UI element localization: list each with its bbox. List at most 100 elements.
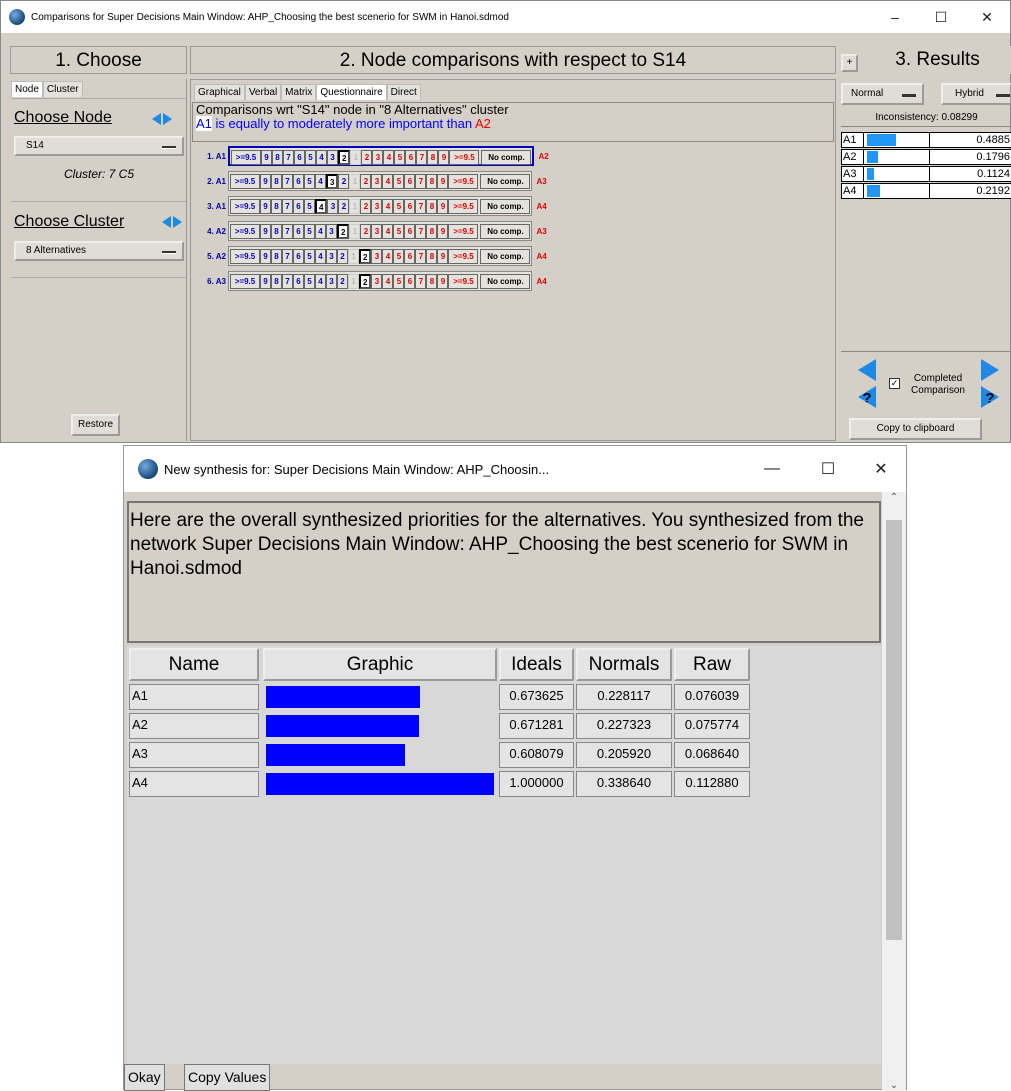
scale-cell[interactable]: 4 — [315, 249, 326, 264]
scale-cell[interactable]: 5 — [304, 174, 315, 189]
scale-cell[interactable]: 5 — [393, 174, 405, 189]
maximize-button[interactable]: ☐ — [918, 9, 964, 26]
scale-cell[interactable]: 8 — [271, 224, 282, 239]
scale-cell[interactable]: 3 — [326, 174, 339, 189]
scale-cell[interactable]: 7 — [415, 174, 427, 189]
scale-cell[interactable]: 9 — [437, 249, 449, 264]
scale-cell[interactable]: 8 — [426, 199, 438, 214]
scale-cell[interactable]: 3 — [326, 274, 337, 289]
scale-cell[interactable]: >=9.5 — [231, 150, 261, 165]
scale-cell[interactable]: 4 — [382, 174, 394, 189]
scale-cell[interactable]: 7 — [415, 249, 427, 264]
scale-cell[interactable]: 8 — [426, 274, 438, 289]
no-comparison-button[interactable]: No comp. — [481, 150, 532, 165]
scale-cell-equal[interactable]: 1 — [349, 199, 361, 214]
tab-cluster[interactable]: Cluster — [42, 81, 83, 97]
scale-cell[interactable]: 6 — [293, 174, 304, 189]
scale-cell[interactable]: 8 — [271, 249, 282, 264]
tab-graphical[interactable]: Graphical — [194, 84, 245, 100]
scale-cell[interactable]: 3 — [327, 199, 339, 214]
scale-cell-equal[interactable]: 1 — [348, 249, 359, 264]
scale-cell[interactable]: 7 — [283, 150, 294, 165]
scale-cell[interactable]: 4 — [382, 224, 394, 239]
scale-cell[interactable]: 3 — [371, 224, 383, 239]
scale-cell[interactable]: 8 — [271, 174, 282, 189]
scale-cell[interactable]: 7 — [282, 224, 293, 239]
node-select[interactable]: S14 — [14, 136, 184, 156]
no-comparison-button[interactable]: No comp. — [480, 249, 531, 264]
expand-button[interactable]: + — [841, 54, 858, 72]
scale-cell[interactable]: 9 — [438, 150, 450, 165]
scale-cell[interactable]: 4 — [315, 224, 326, 239]
no-comparison-button[interactable]: No comp. — [480, 224, 531, 239]
maximize-button[interactable]: ☐ — [800, 459, 856, 479]
tab-matrix[interactable]: Matrix — [281, 84, 317, 100]
scale-cell[interactable]: 2 — [338, 150, 351, 165]
scale-cell[interactable]: 4 — [382, 274, 394, 289]
minimize-button[interactable]: — — [744, 460, 800, 478]
scale-cell[interactable]: 8 — [272, 150, 283, 165]
scale-cell[interactable]: >=9.5 — [448, 274, 479, 289]
close-button[interactable]: ✕ — [856, 459, 906, 479]
scale-cell[interactable]: 6 — [293, 249, 304, 264]
scale-cell[interactable]: 7 — [415, 199, 427, 214]
close-button[interactable]: ✕ — [964, 9, 1010, 26]
scale-cell[interactable]: 2 — [361, 150, 373, 165]
scale-cell[interactable]: 8 — [426, 174, 438, 189]
scale-cell[interactable]: 8 — [426, 224, 438, 239]
scale-cell[interactable]: 5 — [393, 224, 405, 239]
scale-cell[interactable]: >=9.5 — [230, 199, 260, 214]
scale-cell[interactable]: 2 — [337, 224, 350, 239]
scale-cell[interactable]: 9 — [260, 174, 271, 189]
scroll-down-icon[interactable]: ⌄ — [882, 1080, 906, 1091]
scale-cell[interactable]: 8 — [427, 150, 439, 165]
scale-cell[interactable]: 5 — [393, 249, 405, 264]
scale-cell[interactable]: 7 — [282, 274, 293, 289]
scale-cell[interactable]: 2 — [360, 174, 372, 189]
scale-cell[interactable]: 2 — [359, 274, 372, 289]
scale-cell[interactable]: 4 — [382, 249, 394, 264]
prev-inconsistent-icon[interactable]: ? — [858, 386, 876, 408]
scale-cell[interactable]: 9 — [260, 274, 271, 289]
scale-cell[interactable]: 3 — [371, 174, 383, 189]
scale-cell[interactable]: 2 — [360, 199, 372, 214]
scale-cell[interactable]: 4 — [315, 174, 326, 189]
scale-cell[interactable]: >=9.5 — [448, 174, 479, 189]
scale-cell[interactable]: 5 — [393, 274, 405, 289]
scale-cell[interactable]: 2 — [359, 249, 372, 264]
scale-cell[interactable]: 2 — [338, 199, 350, 214]
tab-verbal[interactable]: Verbal — [244, 84, 282, 100]
scale-cell-equal[interactable]: 1 — [348, 274, 359, 289]
scale-cell[interactable]: 3 — [371, 199, 383, 214]
cluster-select[interactable]: 8 Alternatives — [14, 241, 184, 261]
scale-cell[interactable]: 9 — [260, 199, 271, 214]
no-comparison-button[interactable]: No comp. — [480, 274, 531, 289]
scale-cell[interactable]: 9 — [437, 274, 449, 289]
scale-cell[interactable]: 2 — [337, 274, 348, 289]
cluster-nav-arrows[interactable] — [162, 216, 182, 228]
tab-node[interactable]: Node — [11, 81, 43, 97]
scale-cell[interactable]: 4 — [383, 150, 395, 165]
scale-cell[interactable]: 3 — [371, 274, 383, 289]
scale-cell[interactable]: 5 — [305, 150, 316, 165]
scale-cell[interactable]: 9 — [437, 224, 449, 239]
prev-node-icon[interactable] — [152, 113, 161, 125]
scale-cell[interactable]: 7 — [282, 199, 293, 214]
scale-cell[interactable]: 5 — [394, 150, 406, 165]
scale-cell[interactable]: 6 — [404, 174, 416, 189]
prev-comparison-icon[interactable] — [858, 359, 876, 381]
scale-cell[interactable]: 9 — [260, 249, 271, 264]
scale-cell[interactable]: 2 — [360, 224, 372, 239]
scale-cell[interactable]: 6 — [404, 199, 416, 214]
next-inconsistent-icon[interactable]: ? — [981, 386, 999, 408]
scale-cell[interactable]: 9 — [260, 224, 271, 239]
scale-cell[interactable]: >=9.5 — [448, 249, 479, 264]
scale-cell[interactable]: 6 — [404, 274, 416, 289]
scale-cell[interactable]: 7 — [282, 174, 293, 189]
scale-cell[interactable]: 5 — [304, 249, 315, 264]
scale-cell[interactable]: 2 — [337, 249, 348, 264]
scale-cell-equal[interactable]: 1 — [349, 174, 361, 189]
scale-cell[interactable]: 3 — [371, 249, 383, 264]
scale-cell[interactable]: 8 — [271, 199, 282, 214]
scale-cell[interactable]: 3 — [326, 224, 337, 239]
